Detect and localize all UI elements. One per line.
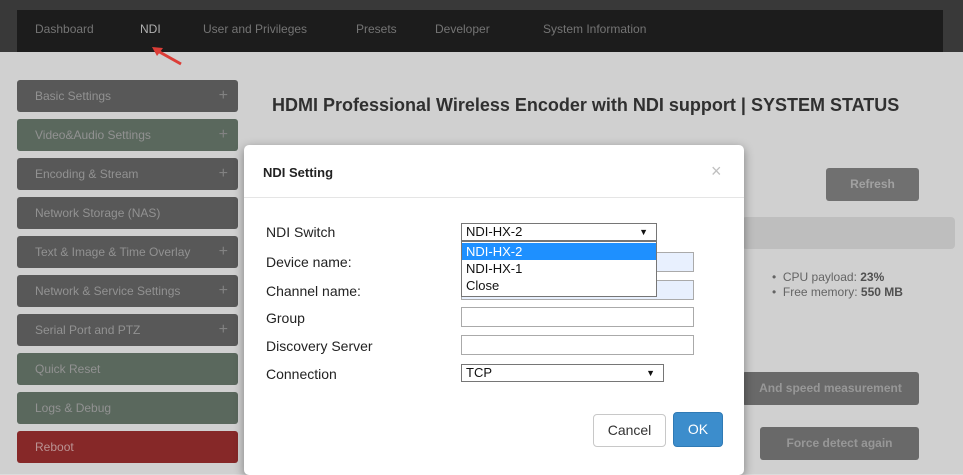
modal-header: NDI Setting × <box>244 145 744 198</box>
connection-label: Connection <box>266 366 337 382</box>
dropdown-arrow-icon: ▼ <box>639 227 648 237</box>
discovery-server-label: Discovery Server <box>266 338 373 354</box>
connection-value: TCP <box>466 365 492 380</box>
cancel-button[interactable]: Cancel <box>593 414 666 447</box>
channel-name-label: Channel name: <box>266 283 361 299</box>
group-label: Group <box>266 310 305 326</box>
dropdown-option-close[interactable]: Close <box>462 277 656 294</box>
ndi-switch-select[interactable]: NDI-HX-2 ▼ <box>461 223 657 241</box>
discovery-server-input[interactable] <box>461 335 694 355</box>
dropdown-option-ndi-hx-2[interactable]: NDI-HX-2 <box>462 243 656 260</box>
group-input[interactable] <box>461 307 694 327</box>
dropdown-arrow-icon: ▼ <box>646 368 655 378</box>
connection-select[interactable]: TCP ▼ <box>461 364 664 382</box>
modal-title: NDI Setting <box>263 165 334 180</box>
ndi-switch-value: NDI-HX-2 <box>466 224 523 239</box>
ndi-switch-label: NDI Switch <box>266 224 336 240</box>
ok-button[interactable]: OK <box>673 412 723 447</box>
dropdown-option-ndi-hx-1[interactable]: NDI-HX-1 <box>462 260 656 277</box>
ndi-switch-dropdown-list: NDI-HX-2 NDI-HX-1 Close <box>461 241 657 297</box>
ndi-setting-modal: NDI Setting × NDI Switch NDI-HX-2 ▼ Devi… <box>244 145 744 475</box>
device-name-label: Device name: <box>266 254 352 270</box>
close-icon[interactable]: × <box>711 161 722 182</box>
